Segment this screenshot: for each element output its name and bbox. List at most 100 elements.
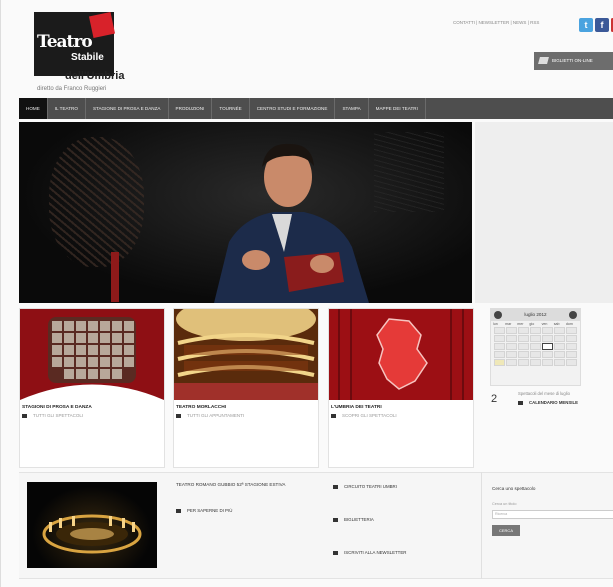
ticket-icon [538, 57, 549, 64]
nav-il-teatro[interactable]: IL TEATRO [48, 98, 86, 119]
arrow-icon [331, 413, 336, 418]
calendar-day[interactable] [554, 335, 565, 342]
tickets-button[interactable]: BIGLIETTI ON-LINE [534, 52, 613, 70]
box-umbria[interactable]: L'UMBRIA DEI TEATRI SCOPRI GLI SPETTACOL… [328, 308, 474, 468]
calendar-day[interactable] [518, 327, 529, 334]
calendar-day[interactable] [530, 359, 541, 366]
calendar-day[interactable] [506, 343, 517, 350]
arena-thumbnail[interactable] [27, 482, 157, 568]
search-button[interactable]: CERCA [492, 525, 520, 536]
nav-mappe[interactable]: MAPPE DEI TEATRI [369, 98, 426, 119]
circuito-link[interactable]: CIRCUITO TEATRI UMBRI [333, 484, 397, 489]
arrow-icon [176, 508, 181, 513]
box-stagioni-title[interactable]: STAGIONI DI PROSA E DANZA [22, 405, 92, 410]
calendar-day[interactable] [554, 351, 565, 358]
calendar-day[interactable] [518, 343, 529, 350]
arrow-icon [333, 550, 338, 555]
box-umbria-link-label: SCOPRI GLI SPETTACOLI [342, 413, 397, 418]
calendar-day[interactable] [518, 351, 529, 358]
calendar-day[interactable] [494, 351, 505, 358]
box-morlacchi-title[interactable]: TEATRO MORLACCHI [176, 405, 226, 410]
calendar-day[interactable] [554, 343, 565, 350]
newsletter-link[interactable]: ISCRIVITI ALLA NEWSLETTER [333, 550, 406, 555]
biglietteria-link-label: BIGLIETTERIA [344, 517, 374, 522]
box-morlacchi-image[interactable] [174, 309, 318, 400]
nav-stagione[interactable]: STAGIONE DI PROSA E DANZA [86, 98, 169, 119]
facebook-icon[interactable]: f [595, 18, 609, 32]
event-count: 2 [491, 393, 498, 405]
calendar-day[interactable] [530, 327, 541, 334]
calendar-prev-icon[interactable] [494, 311, 502, 319]
calendar-day[interactable] [542, 359, 553, 366]
calendar-day[interactable] [566, 343, 577, 350]
page: Teatro Stabile dell'Umbria diretto da Fr… [0, 0, 613, 587]
twitter-icon[interactable]: t [579, 18, 593, 32]
weekday: lun [493, 322, 498, 326]
nav-produzioni[interactable]: PRODUZIONI [169, 98, 213, 119]
nav-tournee[interactable]: TOURNÉE [212, 98, 250, 119]
weekday: gio [529, 322, 535, 326]
logo-red-square [88, 11, 116, 39]
box-umbria-title[interactable]: L'UMBRIA DEI TEATRI [331, 405, 382, 410]
logo-text-teatro: Teatro [37, 32, 93, 52]
box-stagioni[interactable]: STAGIONI DI PROSA E DANZA TUTTI GLI SPET… [19, 308, 165, 468]
hero-image[interactable] [19, 122, 472, 303]
box-morlacchi[interactable]: TEATRO MORLACCHI TUTTI GLI APPUNTAMENTI [173, 308, 319, 468]
hero-stage-lights [374, 132, 444, 212]
logo-text-stabile: Stabile [71, 52, 104, 63]
nav-centro-studi[interactable]: CENTRO STUDI E FORMAZIONE [250, 98, 336, 119]
calendar-day[interactable] [566, 359, 577, 366]
calendar-day-selected[interactable] [542, 343, 553, 350]
event-label: Spettacoli del mese di luglio [518, 391, 570, 396]
arrow-icon [518, 400, 523, 405]
logo-subtitle: diretto da Franco Ruggieri [37, 86, 107, 92]
biglietteria-link[interactable]: BIGLIETTERIA [333, 517, 374, 522]
box-morlacchi-link-label: TUTTI GLI APPUNTAMENTI [187, 413, 245, 418]
calendar-day[interactable] [494, 335, 505, 342]
calendar-next-icon[interactable] [569, 311, 577, 319]
box-morlacchi-link[interactable]: TUTTI GLI APPUNTAMENTI [176, 413, 244, 418]
box-stagioni-link[interactable]: TUTTI GLI SPETTACOLI [22, 413, 83, 418]
calendar-day[interactable] [530, 335, 541, 342]
arena-description: TEATRO ROMANO GUBBIO 52ª STAGIONE ESTIVA [176, 482, 286, 487]
box-umbria-link[interactable]: SCOPRI GLI SPETTACOLI [331, 413, 397, 418]
calendar-day[interactable] [542, 327, 553, 334]
calendar-day[interactable] [566, 327, 577, 334]
arena-link[interactable]: PER SAPERNE DI PIÙ [176, 508, 232, 513]
calendar-day[interactable] [530, 343, 541, 350]
calendar-day[interactable] [494, 343, 505, 350]
calendar-link[interactable]: CALENDARIO MENSILE [518, 400, 578, 405]
arrow-icon [22, 413, 27, 418]
hero-actor [214, 143, 369, 303]
calendar-day[interactable] [506, 335, 517, 342]
logo-text-umbria: dell'Umbria [65, 70, 125, 82]
arrow-icon [333, 484, 338, 489]
calendar-day[interactable] [566, 351, 577, 358]
calendar-day[interactable] [518, 335, 529, 342]
nav-stampa[interactable]: STAMPA [335, 98, 369, 119]
calendar-day[interactable] [506, 351, 517, 358]
calendar-day[interactable] [494, 359, 505, 366]
arrow-icon [333, 517, 338, 522]
calendar-grid [491, 327, 580, 366]
arrow-icon [176, 413, 181, 418]
calendar-day[interactable] [542, 335, 553, 342]
calendar-day[interactable] [506, 359, 517, 366]
top-links[interactable]: CONTATTI | NEWSLETTER | NEWS | RSS [453, 20, 539, 25]
search-input[interactable]: Ricerca [492, 510, 613, 519]
tickets-label: BIGLIETTI ON-LINE [552, 58, 593, 63]
hero-side-panel [475, 122, 613, 303]
calendar-header: luglio 2012 [491, 309, 580, 321]
calendar-day[interactable] [506, 327, 517, 334]
calendar-day[interactable] [542, 351, 553, 358]
box-umbria-image[interactable] [329, 309, 473, 400]
calendar-day[interactable] [566, 335, 577, 342]
calendar-day[interactable] [530, 351, 541, 358]
calendar-day[interactable] [494, 327, 505, 334]
calendar-day[interactable] [554, 359, 565, 366]
calendar-day[interactable] [518, 359, 529, 366]
nav-home[interactable]: HOME [19, 98, 48, 119]
box-stagioni-image[interactable] [20, 309, 164, 400]
calendar-day[interactable] [554, 327, 565, 334]
circuito-link-label: CIRCUITO TEATRI UMBRI [344, 484, 397, 489]
